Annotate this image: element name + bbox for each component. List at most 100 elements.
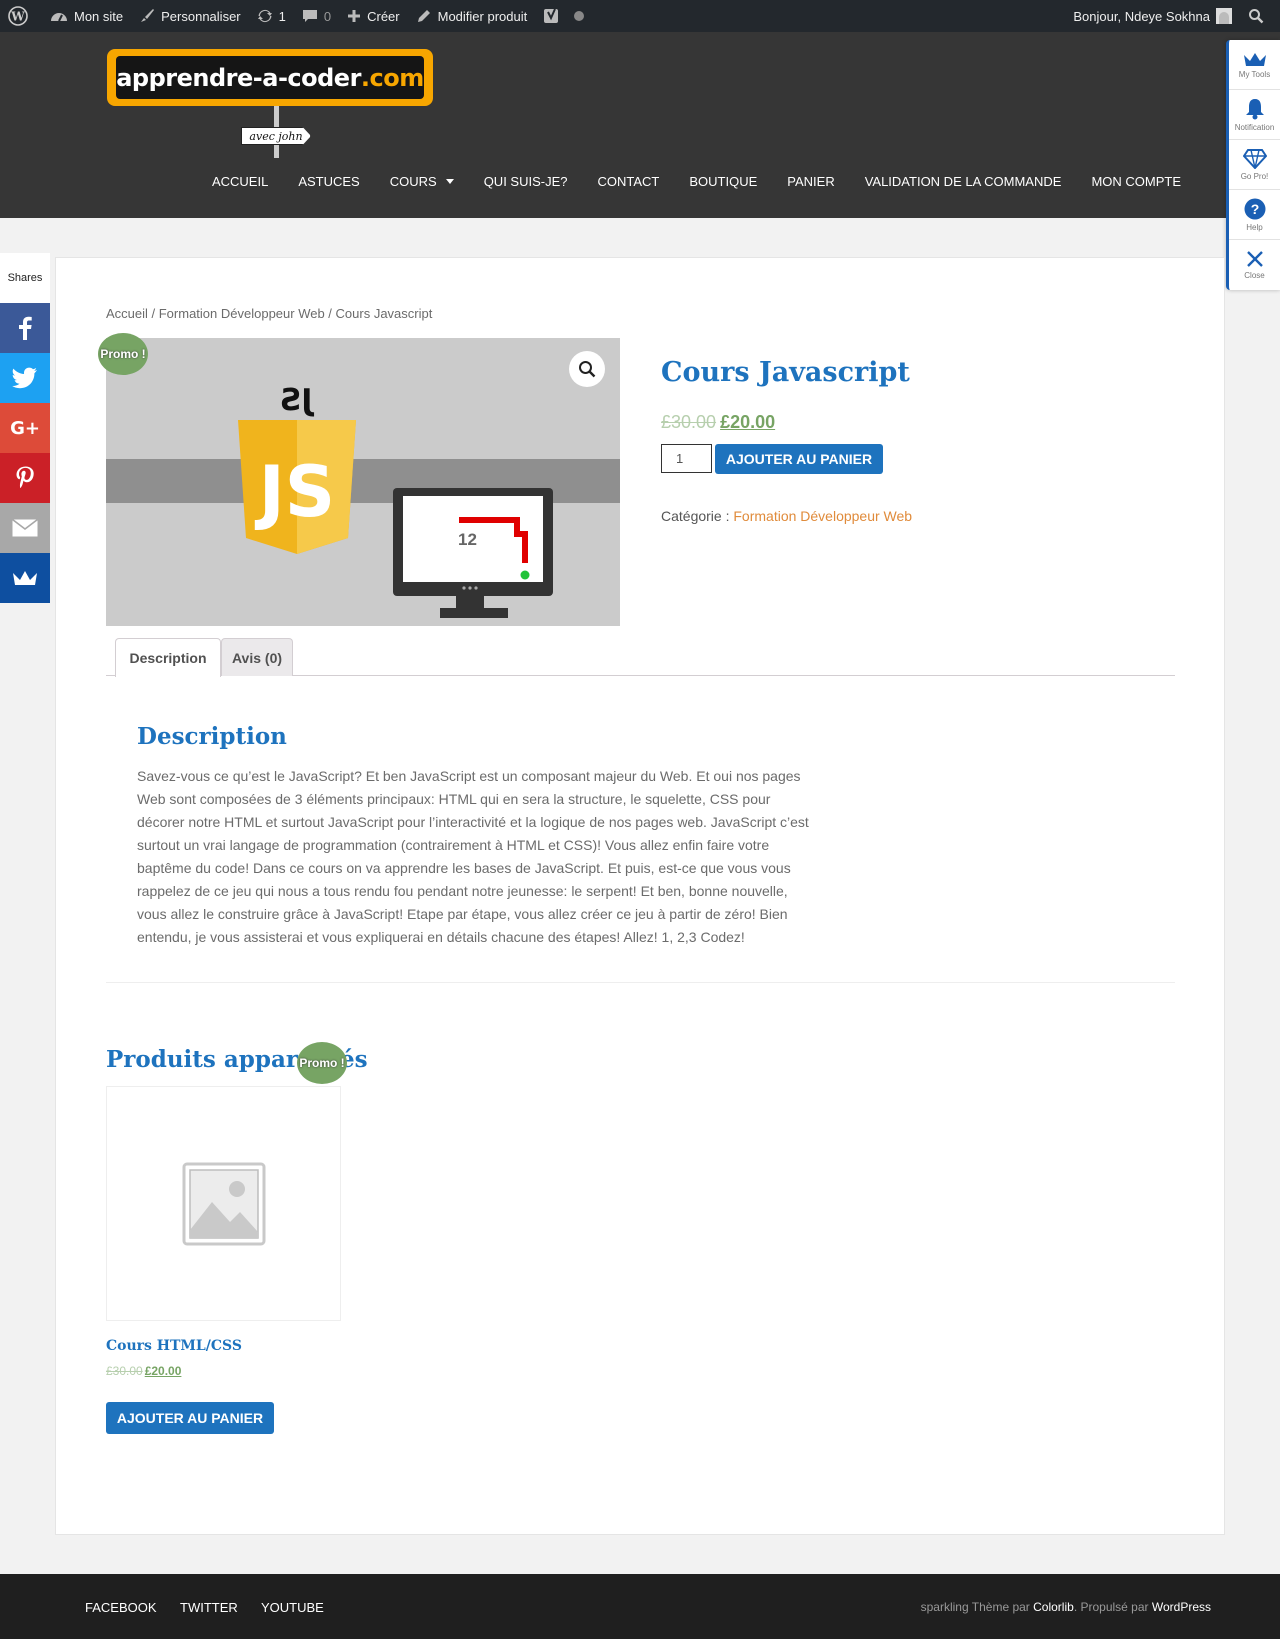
- yoast-link[interactable]: [535, 0, 599, 32]
- wordpress-link[interactable]: WordPress: [1152, 1600, 1211, 1614]
- pinterest-share-button[interactable]: [0, 453, 50, 503]
- nav-astuces[interactable]: ASTUCES: [298, 174, 359, 189]
- account-menu[interactable]: Bonjour, Ndeye Sokhna: [1065, 0, 1240, 32]
- wordpress-logo-icon[interactable]: W: [0, 0, 42, 32]
- sumo-share-button[interactable]: [0, 553, 50, 603]
- javascript-course-illustration: JS JS: [106, 338, 620, 626]
- edit-product-link[interactable]: Modifier produit: [408, 0, 536, 32]
- breadcrumb[interactable]: Accueil / Formation Développeur Web / Co…: [106, 306, 432, 321]
- comments-link[interactable]: 0: [294, 0, 339, 32]
- my-site-link[interactable]: Mon site: [42, 0, 131, 32]
- logo-board: apprendre-a-coder .com: [107, 49, 433, 106]
- main-navigation: ACCUEIL ASTUCES COURS QUI SUIS-JE? CONTA…: [182, 174, 1181, 189]
- placeholder-image-icon: [182, 1162, 265, 1245]
- category-link[interactable]: Formation Développeur Web: [733, 508, 912, 524]
- nav-boutique[interactable]: BOUTIQUE: [689, 174, 757, 189]
- add-to-cart-button[interactable]: AJOUTER AU PANIER: [715, 444, 883, 474]
- svg-text:JS: JS: [280, 383, 315, 418]
- svg-text:W: W: [10, 10, 25, 24]
- pinterest-icon: [16, 466, 34, 489]
- comments-count: 0: [323, 8, 332, 24]
- caret-down-icon: [445, 179, 454, 184]
- my-tools-label: My Tools: [1238, 69, 1271, 79]
- dashboard-icon: [51, 13, 67, 22]
- category-label: Catégorie :: [661, 508, 734, 524]
- create-label: Créer: [367, 8, 400, 24]
- crown-icon: [1243, 52, 1266, 66]
- create-link[interactable]: Créer: [339, 0, 408, 32]
- go-pro-button[interactable]: Go Pro!: [1229, 140, 1280, 190]
- tools-panel: My Tools Notification Go Pro! ? Help Clo…: [1226, 40, 1280, 290]
- nav-contact[interactable]: CONTACT: [597, 174, 659, 189]
- magnifier-icon: [579, 361, 596, 378]
- description-panel: Description Savez-vous ce qu’est le Java…: [106, 695, 1175, 983]
- close-button[interactable]: Close: [1229, 240, 1280, 290]
- updates-count: 1: [278, 8, 286, 24]
- crown-icon: [13, 571, 37, 585]
- customize-label: Personnaliser: [161, 8, 241, 24]
- related-product-price: £30.00 £20.00: [106, 1364, 181, 1378]
- my-site-label: Mon site: [74, 8, 124, 24]
- logo-text: apprendre-a-coder .com: [116, 56, 424, 99]
- logo-sign: avec john: [241, 127, 311, 145]
- nav-cours-label: COURS: [389, 174, 437, 189]
- my-tools-button[interactable]: My Tools: [1229, 40, 1280, 90]
- quantity-input[interactable]: 1: [661, 444, 712, 473]
- description-text: Savez-vous ce qu’est le JavaScript? Et b…: [137, 768, 809, 945]
- customize-link[interactable]: Personnaliser: [131, 0, 249, 32]
- nav-qui-suis-je[interactable]: QUI SUIS-JE?: [484, 174, 568, 189]
- twitter-share-button[interactable]: [0, 353, 50, 403]
- colorlib-link[interactable]: Colorlib: [1033, 1600, 1074, 1614]
- facebook-share-button[interactable]: [0, 303, 50, 353]
- search-button[interactable]: [1240, 0, 1280, 32]
- nav-cours[interactable]: COURS: [390, 174, 454, 189]
- footer-link-twitter[interactable]: TWITTER: [180, 1600, 238, 1615]
- email-share-button[interactable]: [0, 503, 50, 553]
- product-image[interactable]: JS JS 12: [106, 338, 620, 626]
- svg-text:JS: JS: [255, 451, 335, 533]
- brush-icon: [141, 9, 155, 22]
- product-title: Cours Javascript: [661, 357, 910, 388]
- logo-tld: .com: [360, 63, 424, 92]
- add-to-cart-form: 1 AJOUTER AU PANIER: [661, 444, 912, 474]
- nav-panier[interactable]: PANIER: [787, 174, 834, 189]
- related-product-title[interactable]: Cours HTML/CSS: [106, 1338, 242, 1354]
- close-icon: [1246, 251, 1263, 267]
- shares-label: Shares: [0, 253, 50, 303]
- nav-validation-commande[interactable]: VALIDATION DE LA COMMANDE: [865, 174, 1062, 189]
- notification-button[interactable]: Notification: [1229, 90, 1280, 140]
- tab-description[interactable]: Description: [115, 638, 221, 677]
- site-footer: FACEBOOK TWITTER YOUTUBE sparkling Thème…: [0, 1574, 1280, 1639]
- help-button[interactable]: ? Help: [1229, 190, 1280, 240]
- pencil-icon: [417, 10, 430, 22]
- yoast-icon: [544, 8, 559, 23]
- logo-main: apprendre-a-coder: [116, 63, 361, 92]
- nav-accueil[interactable]: ACCUEIL: [212, 174, 268, 189]
- product-summary: Cours Javascript £30.00 £20.00 1 AJOUTER …: [661, 338, 912, 524]
- product-price: £30.00 £20.00: [661, 412, 912, 433]
- footer-link-facebook[interactable]: FACEBOOK: [85, 1600, 157, 1615]
- site-logo[interactable]: apprendre-a-coder .com avec john: [107, 49, 433, 159]
- googleplus-share-button[interactable]: G+: [0, 403, 50, 453]
- related-product-image[interactable]: [106, 1086, 341, 1321]
- tab-reviews[interactable]: Avis (0): [221, 638, 293, 676]
- help-icon: ?: [1244, 198, 1265, 219]
- nav-mon-compte[interactable]: MON COMPTE: [1091, 174, 1181, 189]
- footer-link-youtube[interactable]: YOUTUBE: [261, 1600, 324, 1615]
- diamond-icon: [1242, 148, 1267, 169]
- help-label: Help: [1246, 222, 1263, 232]
- image-score-text: 12: [458, 530, 477, 549]
- notification-label: Notification: [1234, 122, 1275, 132]
- svg-text:?: ?: [1250, 201, 1259, 217]
- zoom-button[interactable]: [569, 351, 605, 387]
- sale-price: £20.00: [720, 412, 776, 432]
- facebook-icon: [19, 316, 32, 340]
- go-pro-label: Go Pro!: [1240, 171, 1269, 181]
- updates-link[interactable]: 1: [249, 0, 294, 32]
- plus-icon: [348, 10, 361, 22]
- status-dot-icon: [574, 11, 585, 21]
- description-heading: Description: [137, 723, 287, 750]
- avatar: [1216, 8, 1232, 24]
- related-add-to-cart-button[interactable]: AJOUTER AU PANIER: [106, 1402, 274, 1434]
- search-icon: [1249, 9, 1264, 24]
